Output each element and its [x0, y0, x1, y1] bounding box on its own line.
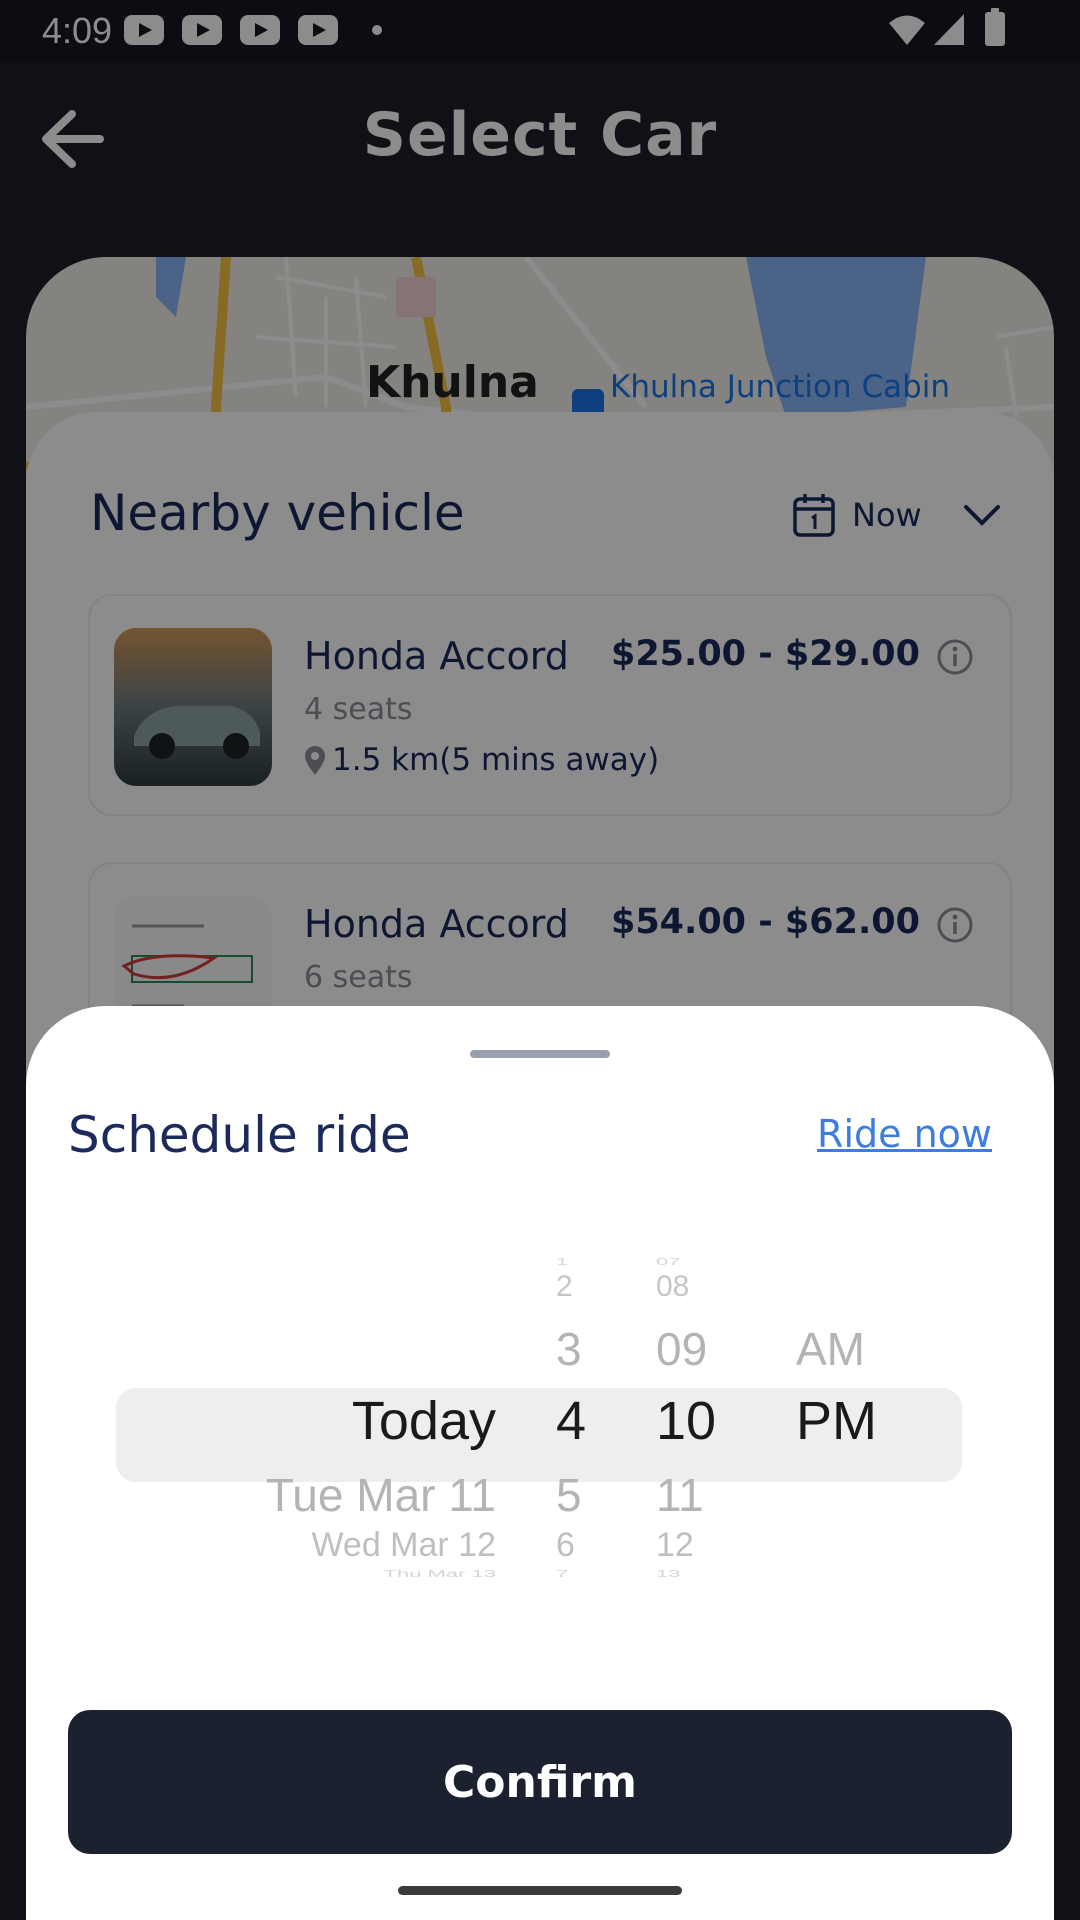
picker-item[interactable]: 7 [556, 1568, 568, 1580]
picker-item[interactable]: Tue Mar 11 [266, 1468, 496, 1522]
picker-item[interactable]: 09 [656, 1322, 707, 1376]
ride-now-link[interactable]: Ride now [817, 1112, 992, 1156]
picker-item[interactable]: 2 [556, 1270, 573, 1304]
picker-item[interactable]: 6 [556, 1526, 575, 1565]
date-wheel[interactable]: Today Tue Mar 11 Wed Mar 12 Thu Mar 13 [26, 1256, 496, 1612]
picker-item[interactable]: Thu Mar 13 [384, 1568, 497, 1580]
picker-item[interactable]: Wed Mar 12 [311, 1526, 496, 1565]
confirm-button[interactable]: Confirm [68, 1710, 1012, 1854]
ampm-wheel[interactable]: AM PM [796, 1256, 956, 1612]
picker-item[interactable]: 4 [556, 1390, 586, 1452]
schedule-ride-sheet: Schedule ride Ride now Today Tue Mar 11 We… [26, 1006, 1054, 1920]
hour-wheel[interactable]: 1 2 3 4 5 6 7 [556, 1256, 646, 1612]
sheet-title: Schedule ride [68, 1106, 411, 1164]
picker-item[interactable]: 3 [556, 1322, 582, 1376]
picker-item[interactable]: 12 [656, 1526, 694, 1565]
picker-item[interactable]: 10 [656, 1390, 716, 1452]
minute-wheel[interactable]: 07 08 09 10 11 12 13 [656, 1256, 796, 1612]
picker-item[interactable]: 08 [656, 1270, 689, 1304]
picker-item[interactable]: PM [796, 1390, 877, 1452]
picker-item[interactable]: Today [352, 1390, 496, 1452]
picker-item[interactable]: AM [796, 1322, 865, 1376]
home-indicator [398, 1886, 682, 1895]
picker-item[interactable]: 13 [656, 1568, 680, 1580]
picker-item[interactable]: 5 [556, 1468, 582, 1522]
picker-item[interactable]: 07 [656, 1256, 680, 1268]
drag-handle[interactable] [470, 1050, 610, 1058]
date-time-picker: Today Tue Mar 11 Wed Mar 12 Thu Mar 13 1234… [26, 1256, 1054, 1612]
picker-item[interactable]: 1 [556, 1256, 568, 1268]
picker-item[interactable]: 11 [656, 1468, 704, 1522]
